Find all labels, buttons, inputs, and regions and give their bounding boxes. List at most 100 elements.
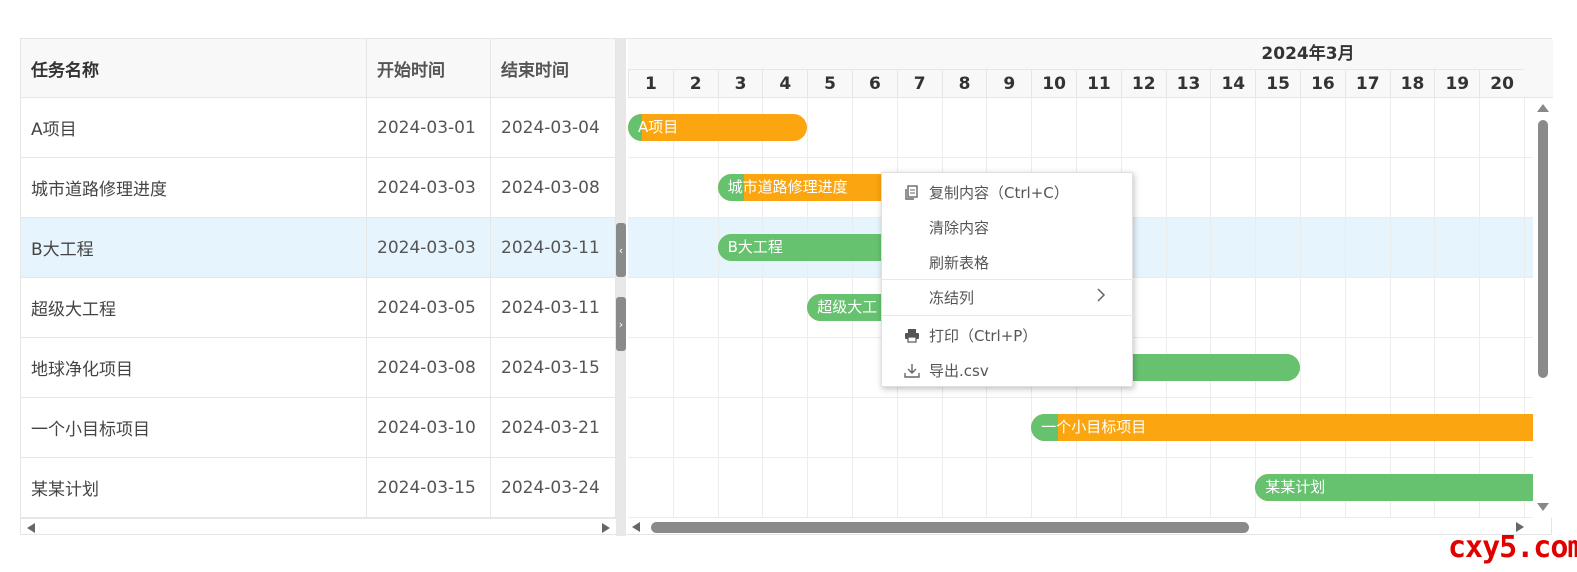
day-header-cell: 17 xyxy=(1344,69,1390,98)
left-horizontal-scrollbar[interactable] xyxy=(21,518,616,536)
menu-item-label: 刷新表格 xyxy=(929,253,990,272)
menu-item-clear[interactable]: 清除内容 xyxy=(882,210,1134,244)
table-row[interactable]: 超级大工程 2024-03-05 2024-03-11 xyxy=(21,278,616,338)
day-header-cell: 13 xyxy=(1165,69,1211,98)
table-row[interactable]: A项目 2024-03-01 2024-03-04 xyxy=(21,98,616,158)
table-row[interactable]: 地球净化项目 2024-03-08 2024-03-15 xyxy=(21,338,616,398)
menu-item-label: 复制内容（Ctrl+C） xyxy=(929,183,1069,202)
day-header-cell: 19 xyxy=(1434,69,1480,98)
day-header-cell: 14 xyxy=(1210,69,1256,98)
menu-item-label: 清除内容 xyxy=(929,218,990,237)
day-header-cell: 10 xyxy=(1031,69,1076,98)
day-grid-line xyxy=(672,98,674,518)
day-header-cell: 7 xyxy=(896,69,942,98)
end-time-cell[interactable]: 2024-03-11 xyxy=(491,218,616,277)
day-grid-line xyxy=(1255,98,1257,518)
column-header-start-time[interactable]: 开始时间 xyxy=(367,39,491,98)
table-row[interactable]: 一个小目标项目 2024-03-10 2024-03-21 xyxy=(21,398,616,458)
day-grid-line xyxy=(1344,98,1346,518)
end-time-cell[interactable]: 2024-03-21 xyxy=(491,398,616,457)
task-name-cell[interactable]: 某某计划 xyxy=(21,458,367,517)
pane-splitter[interactable]: ‹ › xyxy=(616,39,626,536)
menu-item-export-csv[interactable]: 导出.csv xyxy=(882,353,1134,387)
day-header-cell: 3 xyxy=(717,69,763,98)
menu-item-refresh[interactable]: 刷新表格 xyxy=(882,245,1134,279)
watermark: cxy5.com xyxy=(1448,530,1577,565)
task-grid: 任务名称 开始时间 结束时间 A项目 2024-03-01 2024-03-04… xyxy=(21,39,616,536)
end-time-cell[interactable]: 2024-03-24 xyxy=(491,458,616,517)
start-time-cell[interactable]: 2024-03-10 xyxy=(367,398,491,457)
start-time-cell[interactable]: 2024-03-08 xyxy=(367,338,491,397)
scroll-left-arrow-icon[interactable] xyxy=(27,523,35,533)
day-header-cell: 11 xyxy=(1076,69,1121,98)
download-icon xyxy=(904,362,920,378)
end-time-cell[interactable]: 2024-03-08 xyxy=(491,158,616,217)
task-bar-label: 城市道路修理进度 xyxy=(727,177,848,196)
menu-item-freeze-columns[interactable]: 冻结列 xyxy=(882,280,1134,314)
day-header-cell: 12 xyxy=(1120,69,1166,98)
day-grid-line xyxy=(717,98,719,518)
expand-right-handle[interactable]: › xyxy=(616,297,626,351)
scroll-up-arrow-icon[interactable] xyxy=(1537,104,1549,112)
copy-icon xyxy=(904,184,920,200)
table-row-selected[interactable]: B大工程 2024-03-03 2024-03-11 xyxy=(21,218,616,278)
start-time-cell[interactable]: 2024-03-03 xyxy=(367,158,491,217)
day-header-cell: 16 xyxy=(1300,69,1345,98)
day-grid-line xyxy=(1479,98,1481,518)
table-row[interactable]: 城市道路修理进度 2024-03-03 2024-03-08 xyxy=(21,158,616,218)
start-time-cell[interactable]: 2024-03-15 xyxy=(367,458,491,517)
scroll-right-arrow-icon[interactable] xyxy=(602,523,610,533)
timeline-header: 2024年3月 1 2 3 4 5 6 7 8 9 10 11 12 13 14 15 16 17 18 19 20 xyxy=(628,39,1553,98)
task-bar[interactable]: 某某计划 xyxy=(1255,473,1534,501)
task-bar[interactable]: 一个小目标项目 xyxy=(1031,413,1534,441)
column-header-task-name[interactable]: 任务名称 xyxy=(21,39,367,98)
menu-divider xyxy=(882,315,1134,316)
day-header-cell: 15 xyxy=(1255,69,1300,98)
start-time-cell[interactable]: 2024-03-05 xyxy=(367,278,491,337)
day-grid-line xyxy=(1434,98,1436,518)
table-row[interactable]: 某某计划 2024-03-15 2024-03-24 xyxy=(21,458,616,518)
task-name-cell[interactable]: B大工程 xyxy=(21,218,367,277)
day-grid-line xyxy=(1524,98,1525,518)
day-header-cell: 8 xyxy=(941,69,987,98)
task-bar-label: A项目 xyxy=(638,117,679,136)
start-time-cell[interactable]: 2024-03-03 xyxy=(367,218,491,277)
day-header-cell: 1 xyxy=(628,69,673,98)
task-bar-label: 超级大工 xyxy=(817,297,878,316)
gantt-table-app: 任务名称 开始时间 结束时间 A项目 2024-03-01 2024-03-04… xyxy=(20,38,1553,536)
menu-item-label: 打印（Ctrl+P） xyxy=(929,326,1038,345)
horizontal-scroll-thumb[interactable] xyxy=(651,522,1249,533)
day-header-cell: 6 xyxy=(852,69,897,98)
day-header-cell: 5 xyxy=(807,69,852,98)
task-name-cell[interactable]: A项目 xyxy=(21,98,367,157)
vertical-scrollbar[interactable] xyxy=(1533,98,1553,518)
scroll-left-arrow-icon[interactable] xyxy=(632,522,640,532)
task-bar-label: B大工程 xyxy=(727,237,783,256)
day-header-cell: 9 xyxy=(986,69,1032,98)
submenu-chevron-right-icon xyxy=(1096,287,1106,308)
day-grid-line xyxy=(762,98,764,518)
menu-item-copy[interactable]: 复制内容（Ctrl+C） xyxy=(882,175,1134,209)
day-header-cell: 4 xyxy=(762,69,808,98)
task-name-cell[interactable]: 超级大工程 xyxy=(21,278,367,337)
task-name-cell[interactable]: 一个小目标项目 xyxy=(21,398,367,457)
vertical-scroll-thumb[interactable] xyxy=(1538,120,1548,378)
day-header-cell: 20 xyxy=(1479,69,1524,98)
end-time-cell[interactable]: 2024-03-15 xyxy=(491,338,616,397)
task-name-cell[interactable]: 地球净化项目 xyxy=(21,338,367,397)
task-name-cell[interactable]: 城市道路修理进度 xyxy=(21,158,367,217)
gantt-horizontal-scrollbar[interactable] xyxy=(628,518,1533,536)
menu-item-label: 导出.csv xyxy=(929,361,989,380)
scroll-down-arrow-icon[interactable] xyxy=(1537,503,1549,511)
menu-item-print[interactable]: 打印（Ctrl+P） xyxy=(882,318,1134,352)
day-header-cell: 2 xyxy=(672,69,718,98)
day-grid-line xyxy=(1165,98,1167,518)
chevron-left-icon: ‹ xyxy=(618,243,624,257)
column-header-end-time[interactable]: 结束时间 xyxy=(491,39,616,98)
end-time-cell[interactable]: 2024-03-11 xyxy=(491,278,616,337)
task-bar[interactable]: A项目 xyxy=(628,113,808,141)
start-time-cell[interactable]: 2024-03-01 xyxy=(367,98,491,157)
collapse-left-handle[interactable]: ‹ xyxy=(616,223,626,277)
day-header-cell: 18 xyxy=(1389,69,1435,98)
end-time-cell[interactable]: 2024-03-04 xyxy=(491,98,616,157)
